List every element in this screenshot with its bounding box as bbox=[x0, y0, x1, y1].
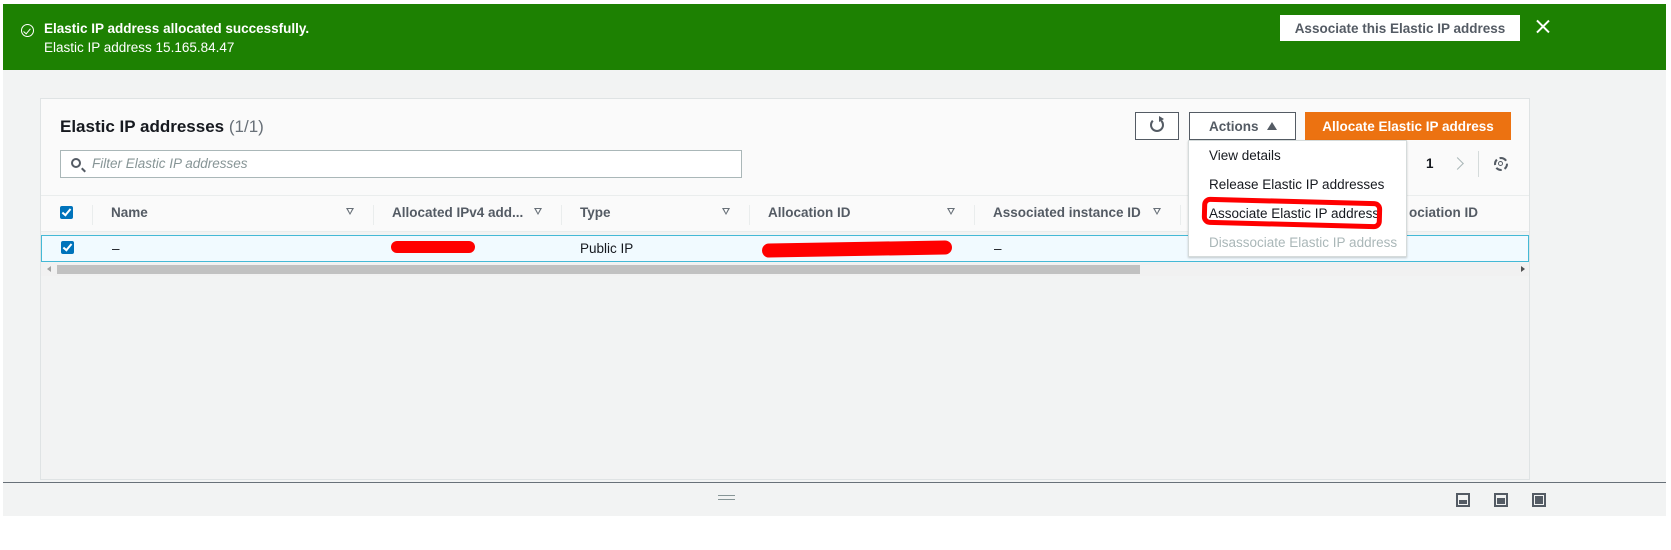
column-divider bbox=[373, 205, 374, 225]
caret-up-icon bbox=[1267, 122, 1277, 130]
column-header-name[interactable]: Name bbox=[111, 205, 148, 220]
refresh-icon bbox=[1150, 116, 1164, 132]
redaction-mark bbox=[391, 241, 475, 253]
actions-label: Actions bbox=[1209, 119, 1259, 134]
search-icon bbox=[71, 158, 81, 168]
column-divider bbox=[974, 205, 975, 225]
menu-item-disassociate-eip: Disassociate Elastic IP address bbox=[1209, 235, 1398, 250]
chevron-right-icon[interactable] bbox=[1451, 157, 1464, 170]
search-input[interactable]: Filter Elastic IP addresses bbox=[60, 150, 742, 178]
search-placeholder: Filter Elastic IP addresses bbox=[92, 156, 248, 171]
scrollbar-thumb[interactable] bbox=[57, 265, 1140, 274]
sort-icon[interactable] bbox=[947, 208, 955, 215]
column-divider bbox=[1180, 205, 1181, 225]
sort-icon[interactable] bbox=[1153, 208, 1161, 215]
bottom-split-bar bbox=[3, 482, 1666, 516]
select-all-checkbox[interactable] bbox=[60, 206, 73, 219]
scroll-left-arrow-icon[interactable] bbox=[47, 266, 51, 272]
associate-this-eip-button[interactable]: Associate this Elastic IP address bbox=[1280, 15, 1520, 41]
cell-instance-id: – bbox=[994, 241, 1002, 256]
column-header-allocation-id[interactable]: Allocation ID bbox=[768, 205, 851, 220]
success-check-icon bbox=[21, 24, 34, 37]
gear-icon[interactable] bbox=[1494, 157, 1508, 171]
red-annotation-highlight bbox=[1201, 196, 1383, 230]
flash-title: Elastic IP address allocated successfull… bbox=[44, 21, 310, 36]
column-header-instance-id[interactable]: Associated instance ID bbox=[993, 205, 1141, 220]
flash-message: Elastic IP address 15.165.84.47 bbox=[44, 40, 235, 55]
allocate-eip-button[interactable]: Allocate Elastic IP address bbox=[1305, 112, 1511, 140]
sort-icon[interactable] bbox=[346, 208, 354, 215]
cell-type: Public IP bbox=[580, 241, 634, 256]
scroll-right-arrow-icon[interactable] bbox=[1521, 266, 1525, 272]
panel-split-icon[interactable] bbox=[1494, 493, 1508, 507]
close-icon[interactable] bbox=[1533, 17, 1553, 37]
column-header-ipv4[interactable]: Allocated IPv4 add... bbox=[392, 205, 523, 220]
column-divider bbox=[92, 205, 93, 225]
panel-bottom-icon[interactable] bbox=[1456, 493, 1470, 507]
redaction-mark bbox=[761, 240, 953, 258]
column-divider bbox=[561, 205, 562, 225]
horizontal-scrollbar[interactable] bbox=[41, 263, 1529, 276]
refresh-button[interactable] bbox=[1135, 112, 1179, 140]
sort-icon[interactable] bbox=[722, 208, 730, 215]
column-divider bbox=[749, 205, 750, 225]
panel-full-icon[interactable] bbox=[1532, 493, 1546, 507]
divider bbox=[1478, 151, 1479, 177]
actions-dropdown-button[interactable]: Actions bbox=[1189, 112, 1296, 140]
column-header-association-id[interactable]: ociation ID bbox=[1409, 205, 1478, 220]
drag-handle-icon[interactable] bbox=[718, 495, 735, 500]
page-title: Elastic IP addresses (1/1) bbox=[60, 117, 264, 137]
page-number[interactable]: 1 bbox=[1426, 156, 1434, 171]
success-flash-banner: Elastic IP address allocated successfull… bbox=[3, 4, 1666, 70]
menu-item-view-details[interactable]: View details bbox=[1209, 148, 1281, 163]
cell-name: – bbox=[112, 241, 120, 256]
column-header-type[interactable]: Type bbox=[580, 205, 611, 220]
menu-item-release-eip[interactable]: Release Elastic IP addresses bbox=[1209, 177, 1384, 192]
row-checkbox[interactable] bbox=[61, 241, 74, 254]
selection-count: (1/1) bbox=[228, 117, 264, 136]
title-text: Elastic IP addresses bbox=[60, 117, 225, 136]
sort-icon[interactable] bbox=[534, 208, 542, 215]
